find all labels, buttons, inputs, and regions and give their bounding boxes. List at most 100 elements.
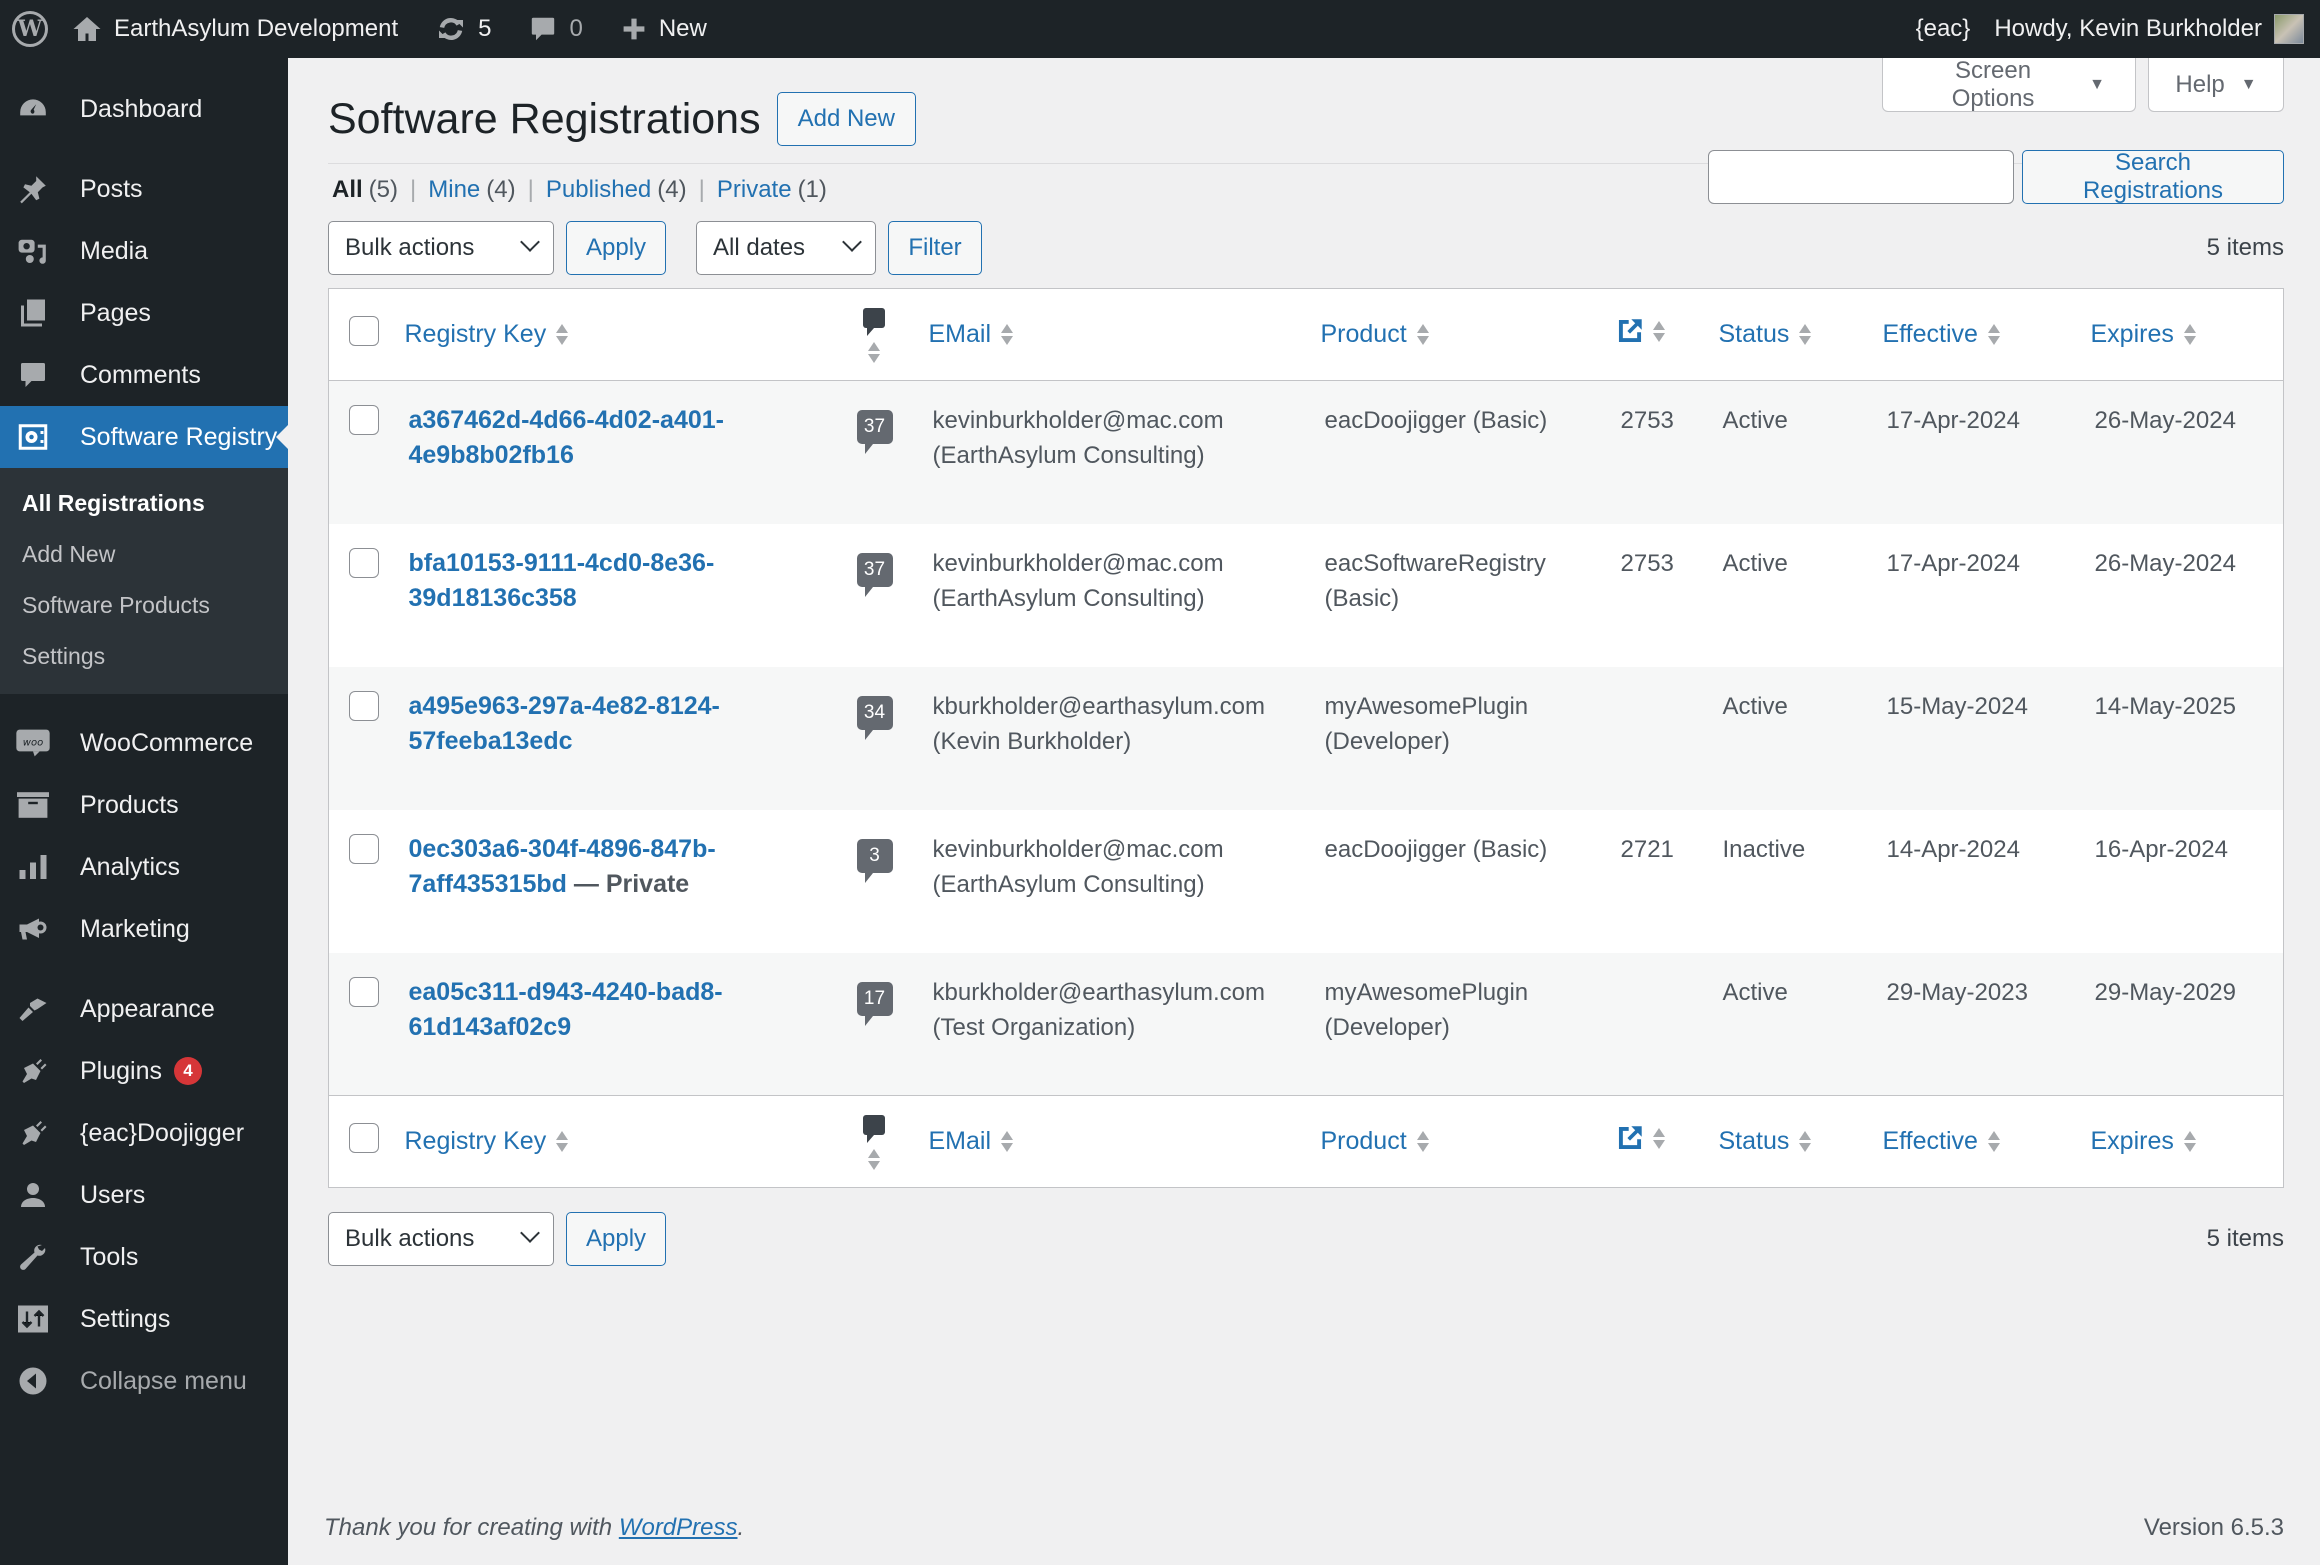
sort-status[interactable]: Status xyxy=(1719,1127,1812,1156)
wp-logo-menu[interactable]: W xyxy=(0,0,60,58)
registry-key-link[interactable]: ea05c311-d943-4240-bad8- 61d143af02c9 xyxy=(409,978,723,1041)
sidebar-item-appearance[interactable]: Appearance xyxy=(0,978,288,1040)
submenu-software-products[interactable]: Software Products xyxy=(0,580,288,631)
sidebar-item-settings[interactable]: Settings xyxy=(0,1288,288,1350)
comment-count-bubble[interactable]: 34 xyxy=(856,695,893,740)
screen-options-button[interactable]: Screen Options ▼ xyxy=(1882,57,2136,112)
search-registrations-button[interactable]: Search Registrations xyxy=(2022,149,2284,204)
sort-comments[interactable] xyxy=(862,307,885,363)
wordpress-link[interactable]: WordPress xyxy=(619,1514,738,1541)
sort-product[interactable]: Product xyxy=(1321,1127,1429,1156)
comment-count-bubble[interactable]: 37 xyxy=(856,410,893,454)
view-published[interactable]: Published xyxy=(546,176,651,204)
plugin-icon xyxy=(16,1054,50,1088)
sort-icon xyxy=(1001,1131,1014,1152)
column-label: Effective xyxy=(1882,320,1978,348)
sidebar-item-dashboard[interactable]: Dashboard xyxy=(0,78,288,140)
sort-expires[interactable]: Expires xyxy=(2091,1127,2196,1156)
comment-count-bubble[interactable]: 17 xyxy=(856,981,893,1026)
collapse-menu-button[interactable]: Collapse menu xyxy=(0,1350,288,1412)
sidebar-item-software-registry[interactable]: Software Registry xyxy=(0,406,288,468)
site-name-link[interactable]: EarthAsylum Development xyxy=(60,0,410,58)
sort-email[interactable]: EMail xyxy=(929,320,1014,349)
comment-count-bubble[interactable]: 3 xyxy=(856,838,893,883)
column-email: EMail xyxy=(929,1096,1321,1188)
expires-date: 14-May-2025 xyxy=(2094,692,2236,720)
sort-expires[interactable]: Expires xyxy=(2091,320,2196,349)
sidebar-item-products[interactable]: Products xyxy=(0,774,288,836)
comments-link[interactable]: 0 xyxy=(517,0,594,58)
dates-select[interactable]: All dates xyxy=(696,221,876,275)
submenu-add-new[interactable]: Add New xyxy=(0,529,288,580)
comments-count: 0 xyxy=(569,15,583,42)
select-all-checkbox-footer[interactable] xyxy=(349,1123,379,1153)
sort-effective[interactable]: Effective xyxy=(1883,320,2000,349)
row-checkbox[interactable] xyxy=(349,833,379,864)
sort-icon xyxy=(1799,324,1812,345)
expires-date: 26-May-2024 xyxy=(2094,549,2236,577)
sidebar-item-plugins[interactable]: Plugins 4 xyxy=(0,1040,288,1102)
my-account-menu[interactable]: Howdy, Kevin Burkholder xyxy=(1982,0,2320,58)
pin-icon xyxy=(16,172,50,206)
bar-chart-icon xyxy=(16,850,50,884)
sort-icon xyxy=(1001,324,1014,345)
filter-button[interactable]: Filter xyxy=(888,221,982,275)
sidebar-item-marketing[interactable]: Marketing xyxy=(0,898,288,960)
row-checkbox[interactable] xyxy=(349,547,379,578)
sidebar-item-comments[interactable]: Comments xyxy=(0,344,288,406)
apply-button-bottom[interactable]: Apply xyxy=(566,1212,666,1266)
view-private[interactable]: Private xyxy=(717,176,792,204)
registry-key-link[interactable]: bfa10153-9111-4cd0-8e36- 39d18136c358 xyxy=(409,549,715,612)
column-comments xyxy=(857,1096,929,1188)
row-checkbox[interactable] xyxy=(349,690,379,721)
new-content-link[interactable]: New xyxy=(609,0,719,58)
submenu-all-registrations[interactable]: All Registrations xyxy=(0,478,288,529)
link-id-cell: 2721 xyxy=(1617,810,1719,953)
sidebar-item-woocommerce[interactable]: woo WooCommerce xyxy=(0,712,288,774)
row-checkbox[interactable] xyxy=(349,976,379,1007)
eac-menu[interactable]: {eac} xyxy=(1904,0,1983,58)
sidebar-item-eac-doojigger[interactable]: {eac}Doojigger xyxy=(0,1102,288,1164)
sort-registry-key[interactable]: Registry Key xyxy=(405,1127,569,1156)
sort-comments[interactable] xyxy=(862,1114,885,1170)
sort-product[interactable]: Product xyxy=(1321,320,1429,349)
sidebar-item-tools[interactable]: Tools xyxy=(0,1226,288,1288)
sort-registry-key[interactable]: Registry Key xyxy=(405,320,569,349)
add-new-button[interactable]: Add New xyxy=(776,92,916,146)
search-input[interactable] xyxy=(1708,150,2014,204)
registry-key-link[interactable]: a495e963-297a-4e82-8124- 57feeba13edc xyxy=(409,692,720,755)
bulk-actions-select-bottom[interactable]: Bulk actions xyxy=(328,1212,554,1266)
sort-status[interactable]: Status xyxy=(1719,320,1812,349)
organization-value: (EarthAsylum Consulting) xyxy=(932,870,1205,898)
submenu-settings[interactable]: Settings xyxy=(0,631,288,682)
row-checkbox[interactable] xyxy=(349,405,379,435)
comment-count-bubble[interactable]: 37 xyxy=(856,552,893,597)
separator: | xyxy=(527,176,534,203)
registry-key-part: a495e963-297a-4e82-8124- xyxy=(408,691,720,720)
updates-link[interactable]: 5 xyxy=(424,0,503,58)
help-button[interactable]: Help ▼ xyxy=(2148,58,2284,112)
registry-key-link[interactable]: a367462d-4d66-4d02-a401- 4e9b8b02fb16 xyxy=(409,406,724,469)
sidebar-item-media[interactable]: Media xyxy=(0,220,288,282)
sort-external-link[interactable] xyxy=(1617,1125,1665,1151)
row-select-cell xyxy=(329,810,405,953)
sidebar-item-analytics[interactable]: Analytics xyxy=(0,836,288,898)
sidebar-item-label: Settings xyxy=(80,1304,171,1333)
view-mine[interactable]: Mine xyxy=(428,176,480,204)
sort-email[interactable]: EMail xyxy=(929,1127,1014,1156)
sidebar-item-pages[interactable]: Pages xyxy=(0,282,288,344)
view-all[interactable]: All xyxy=(332,176,363,204)
select-all-checkbox[interactable] xyxy=(349,316,379,346)
table-row: 0ec303a6-304f-4896-847b- 7aff435315bd — P… xyxy=(329,810,2284,953)
bulk-actions-select[interactable]: Bulk actions xyxy=(328,221,554,275)
sidebar-item-posts[interactable]: Posts xyxy=(0,158,288,220)
view-all-count: (5) xyxy=(368,176,399,203)
email-value: kevinburkholder@mac.com xyxy=(932,549,1224,577)
apply-button[interactable]: Apply xyxy=(566,221,666,275)
sort-effective[interactable]: Effective xyxy=(1883,1127,2000,1156)
tablenav-bottom: Bulk actions Apply 5 items xyxy=(328,1212,2284,1266)
sort-external-link[interactable] xyxy=(1617,318,1665,344)
sidebar-item-users[interactable]: Users xyxy=(0,1164,288,1226)
table-row: ea05c311-d943-4240-bad8- 61d143af02c9 17 kb… xyxy=(328,952,2284,1096)
screen-meta-links: Screen Options ▼ Help ▼ xyxy=(1882,57,2284,112)
